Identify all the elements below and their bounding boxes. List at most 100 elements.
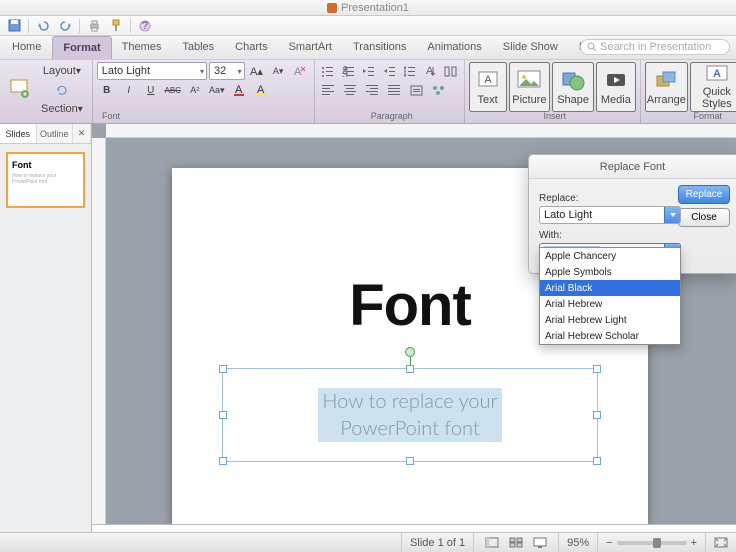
subtitle-text[interactable]: How to replace yourPowerPoint font [231,377,589,453]
tab-animations[interactable]: Animations [417,36,492,59]
zoom-label: 95% [558,533,597,552]
change-case-button[interactable]: Aa▾ [207,81,227,99]
picture-button[interactable]: Picture [509,62,551,112]
decrease-indent-icon[interactable] [360,62,378,80]
bullets-icon[interactable] [319,62,337,80]
tab-charts[interactable]: Charts [225,36,278,59]
increase-indent-icon[interactable] [380,62,398,80]
search-placeholder: Search in Presentation [600,41,711,53]
grow-font-icon[interactable]: A▴ [247,62,267,80]
search-icon [587,42,597,52]
resize-handle[interactable] [219,457,227,465]
resize-handle[interactable] [219,411,227,419]
undo-icon[interactable] [33,18,53,34]
align-right-icon[interactable] [363,81,383,99]
align-left-icon[interactable] [319,81,339,99]
svg-text:?: ? [142,20,148,32]
resize-handle[interactable] [593,411,601,419]
reset-button[interactable] [36,81,88,99]
arrange-button[interactable]: Arrange [645,62,688,112]
text-box-button[interactable]: AText [469,62,507,112]
close-button[interactable]: Close [678,208,730,227]
numbering-icon[interactable]: 123 [339,62,357,80]
superscript-button[interactable]: A² [185,81,205,99]
font-option-selected[interactable]: Arial Black [540,280,680,296]
sorter-view-icon[interactable] [506,534,526,552]
media-button[interactable]: Media [596,62,636,112]
print-icon[interactable] [84,18,104,34]
new-slide-button[interactable] [4,70,34,110]
close-panel-icon[interactable]: ✕ [73,124,91,143]
normal-view-icon[interactable] [482,534,502,552]
strike-button[interactable]: ABC [163,81,183,99]
save-icon[interactable] [4,18,24,34]
slide-counter: Slide 1 of 1 [401,533,473,552]
tab-tables[interactable]: Tables [172,36,225,59]
tab-transitions[interactable]: Transitions [343,36,417,59]
font-option[interactable]: Apple Chancery [540,248,680,264]
resize-handle[interactable] [219,365,227,373]
replace-font-combo[interactable]: Lato Light [539,206,681,224]
font-group-label: Font [2,111,220,121]
slides-tab[interactable]: Slides [0,124,37,143]
fit-to-window-icon[interactable] [705,533,736,552]
redo-icon[interactable] [55,18,75,34]
thumb-title: Font [12,160,79,170]
slideshow-view-icon[interactable] [530,534,550,552]
shrink-font-icon[interactable]: A▾ [268,62,288,80]
resize-handle[interactable] [406,365,414,373]
tab-smartart[interactable]: SmartArt [279,36,343,59]
justify-icon[interactable] [385,81,405,99]
help-icon[interactable]: ? [135,18,155,34]
highlight-button[interactable]: A [251,81,271,99]
format-painter-icon[interactable] [106,18,126,34]
text-direction-icon[interactable]: A [421,62,439,80]
font-option[interactable]: Apple Symbols [540,264,680,280]
tab-home[interactable]: Home [2,36,52,59]
font-size-combo[interactable]: 32▾ [209,62,245,80]
zoom-slider[interactable] [617,541,687,545]
resize-handle[interactable] [593,457,601,465]
ribbon: Layout ▾ Section ▾ Font Lato Light▾ 32▾ … [0,60,736,124]
font-color-button[interactable]: A [229,81,249,99]
subtitle-placeholder[interactable]: How to replace yourPowerPoint font [222,368,598,462]
font-dropdown-list[interactable]: Apple Chancery Apple Symbols Arial Black… [539,247,681,345]
italic-button[interactable]: I [119,81,139,99]
zoom-out-icon[interactable]: − [606,537,612,549]
status-bar: Slide 1 of 1 95% − + [0,532,736,552]
tab-format[interactable]: Format [52,36,111,59]
resize-handle[interactable] [593,365,601,373]
zoom-in-icon[interactable]: + [691,537,697,549]
font-name-combo[interactable]: Lato Light▾ [97,62,207,80]
insert-group-label: Insert [469,111,641,121]
clear-formatting-icon[interactable]: A [290,62,310,80]
line-spacing-icon[interactable] [400,62,418,80]
slide-thumbnail-1[interactable]: Font How to replace your PowerPoint font [6,152,85,208]
paragraph-group-label: Paragraph [319,111,465,121]
shape-button[interactable]: Shape [552,62,594,112]
columns-icon[interactable] [441,62,459,80]
align-center-icon[interactable] [341,81,361,99]
resize-handle[interactable] [406,457,414,465]
outline-tab[interactable]: Outline [37,124,74,143]
dialog-title: Replace Font [529,155,736,179]
tab-themes[interactable]: Themes [112,36,173,59]
replace-button[interactable]: Replace [678,185,730,204]
search-input[interactable]: Search in Presentation [580,39,730,55]
bold-button[interactable]: B [97,81,117,99]
svg-text:A: A [294,66,302,77]
underline-button[interactable]: U [141,81,161,99]
font-option[interactable]: Arial Hebrew [540,296,680,312]
replace-font-dialog[interactable]: Replace Font Replace Close Replace: Lato… [528,154,736,274]
rotate-handle[interactable] [405,347,415,357]
align-vertical-icon[interactable] [407,81,427,99]
format-group-label: Format [645,111,736,121]
layout-dropdown[interactable]: Layout ▾ [36,62,88,80]
font-option[interactable]: Arial Hebrew Scholar [540,328,680,344]
font-option[interactable]: Arial Hebrew Light [540,312,680,328]
quick-styles-button[interactable]: AQuick Styles [690,62,736,112]
convert-smartart-icon[interactable] [429,81,449,99]
tab-slide-show[interactable]: Slide Show [493,36,569,59]
vertical-ruler [92,138,106,532]
horizontal-ruler [106,124,736,138]
